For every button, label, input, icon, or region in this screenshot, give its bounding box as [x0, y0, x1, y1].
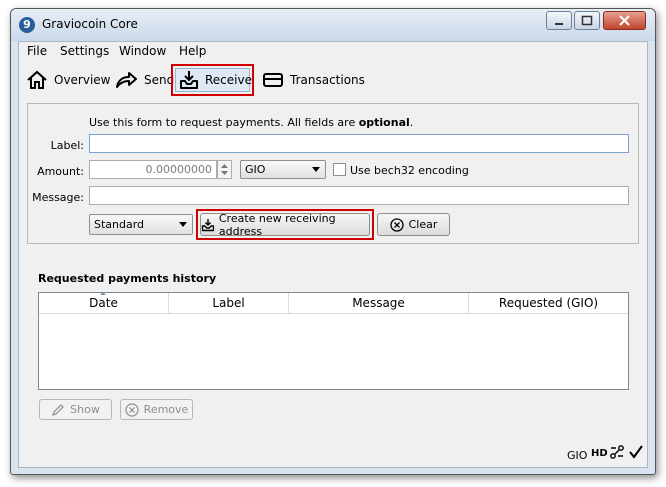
- remove-button-label: Remove: [143, 403, 189, 416]
- chevron-down-icon: [312, 167, 320, 172]
- menu-settings[interactable]: Settings: [60, 44, 109, 58]
- send-arrow-icon: [116, 72, 137, 88]
- receive-icon: [180, 71, 198, 89]
- show-button[interactable]: Show: [39, 399, 112, 420]
- clear-button-label: Clear: [408, 218, 438, 231]
- form-intro-text: Use this form to request payments. All f…: [89, 116, 413, 129]
- label-input[interactable]: [89, 134, 629, 153]
- amount-field-label: Amount:: [37, 165, 84, 178]
- receive-tab-highlight[interactable]: Receive: [171, 64, 254, 96]
- message-input[interactable]: [89, 186, 629, 205]
- transactions-card-icon: [263, 73, 283, 87]
- pencil-icon: [52, 403, 65, 416]
- create-receiving-address-button[interactable]: Create new receiving address: [200, 211, 370, 238]
- address-type-select[interactable]: Standard: [89, 214, 193, 235]
- send-label: Send: [144, 73, 175, 87]
- clear-button[interactable]: Clear: [377, 213, 450, 236]
- synced-check-icon: [628, 444, 644, 463]
- spinner-arrows-icon: [221, 164, 228, 175]
- remove-button[interactable]: Remove: [120, 399, 193, 420]
- address-type-value: Standard: [94, 218, 145, 231]
- message-field-label: Message:: [32, 191, 84, 204]
- app-logo-icon: 9: [19, 17, 35, 33]
- overview-tab[interactable]: Overview: [22, 66, 115, 94]
- intro-prefix: Use this form to request payments. All f…: [89, 116, 359, 129]
- transactions-tab[interactable]: Transactions: [258, 66, 369, 94]
- home-icon: [27, 70, 47, 89]
- amount-input[interactable]: 0.00000000: [89, 160, 217, 179]
- send-tab[interactable]: Send: [110, 66, 178, 94]
- chevron-down-icon: [179, 222, 187, 227]
- status-hd: HD: [591, 448, 608, 459]
- overview-label: Overview: [54, 73, 111, 87]
- receive-label: Receive: [205, 73, 252, 87]
- menu-file[interactable]: File: [27, 44, 47, 58]
- label-field-label: Label:: [50, 139, 84, 152]
- intro-suffix: .: [409, 116, 414, 129]
- column-header-label[interactable]: Label: [169, 293, 289, 314]
- history-title: Requested payments history: [38, 272, 217, 285]
- status-unit[interactable]: GIO: [567, 449, 587, 462]
- maximize-button[interactable]: [574, 11, 600, 30]
- show-button-label: Show: [70, 403, 100, 416]
- menu-bar: [19, 42, 647, 61]
- unit-select[interactable]: GIO: [240, 160, 326, 179]
- bech32-label: Use bech32 encoding: [350, 164, 469, 177]
- column-header-requested[interactable]: Requested (GIO): [469, 293, 628, 314]
- create-button-label: Create new receiving address: [218, 211, 336, 238]
- menu-help[interactable]: Help: [179, 44, 206, 58]
- amount-spinner[interactable]: [217, 160, 232, 179]
- bech32-checkbox[interactable]: [333, 163, 346, 176]
- sort-indicator-icon: [100, 292, 106, 295]
- column-header-date[interactable]: Date: [39, 293, 169, 314]
- window-title: Graviocoin Core: [42, 17, 138, 31]
- menu-window[interactable]: Window: [119, 44, 166, 58]
- remove-x-circle-icon: [125, 402, 139, 417]
- close-button[interactable]: [603, 11, 646, 30]
- receive-icon: [201, 218, 214, 231]
- network-sync-icon: [609, 444, 625, 463]
- clear-x-circle-icon: [389, 217, 404, 232]
- column-header-message[interactable]: Message: [289, 293, 469, 314]
- intro-bold: optional: [358, 116, 410, 129]
- unit-select-value: GIO: [245, 163, 266, 176]
- transactions-label: Transactions: [290, 73, 365, 87]
- minimize-button[interactable]: [546, 11, 572, 30]
